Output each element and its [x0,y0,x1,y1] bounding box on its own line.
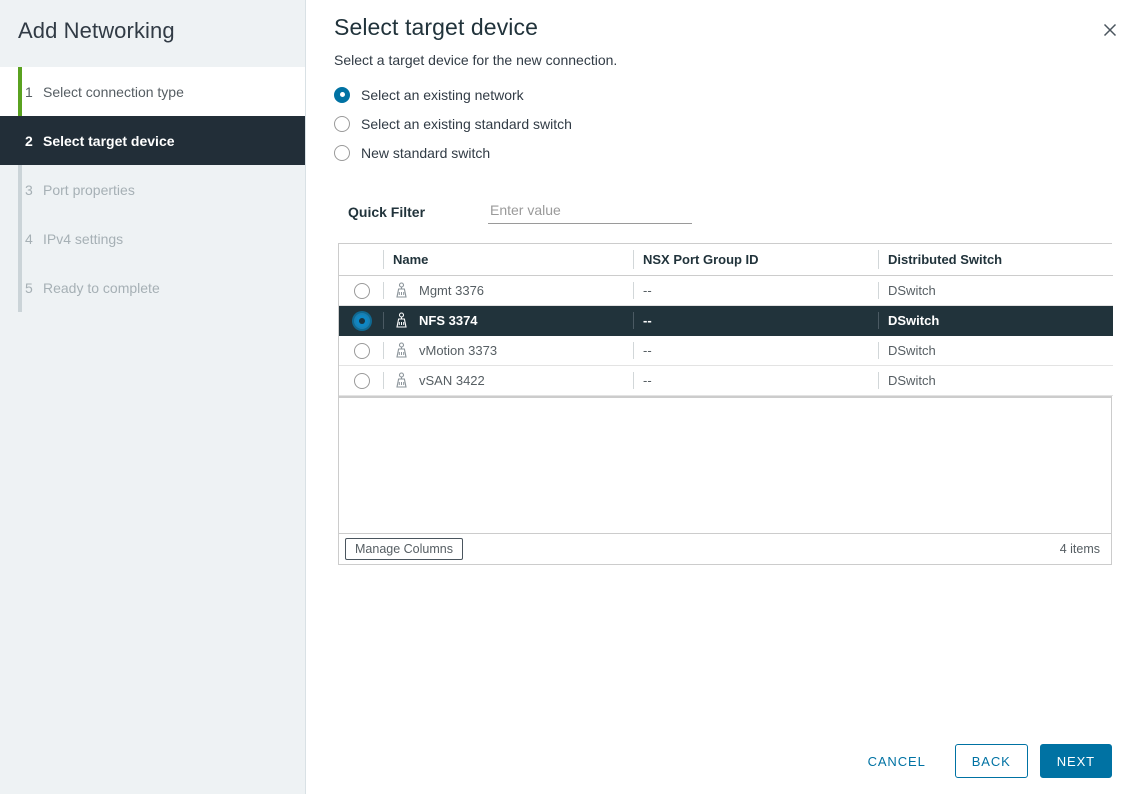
manage-columns-button[interactable]: Manage Columns [345,538,463,560]
table-footer: Manage Columns 4 items [339,533,1111,564]
cancel-button[interactable]: CANCEL [851,744,943,778]
quick-filter-label: Quick Filter [348,204,488,220]
sidebar-step-ipv4-settings[interactable]: 4 IPv4 settings [0,214,305,263]
step-number: 5 [25,280,43,296]
step-label: Port properties [43,182,135,198]
port-group-icon [393,372,410,389]
close-icon[interactable] [1094,14,1126,46]
wizard-steps: 1 Select connection type 2 Select target… [0,67,305,312]
radio-label: New standard switch [361,145,490,161]
wizard-sidebar: Add Networking 1 Select connection type … [0,0,306,794]
step-label: Ready to complete [43,280,160,296]
sidebar-step-port-properties[interactable]: 3 Port properties [0,165,305,214]
page-title: Select target device [334,14,1112,41]
add-networking-wizard: Add Networking 1 Select connection type … [0,0,1136,794]
port-group-icon [393,342,410,359]
step-number: 2 [25,133,43,149]
row-nsx-port-group-id: -- [633,336,878,366]
row-select-cell[interactable] [339,366,383,396]
sidebar-step-ready-to-complete[interactable]: 5 Ready to complete [0,263,305,312]
radio-new-standard-switch[interactable]: New standard switch [334,138,1112,167]
radio-indicator[interactable] [334,145,350,161]
row-radio-indicator[interactable] [354,313,370,329]
radio-indicator[interactable] [334,87,350,103]
sidebar-step-select-connection-type[interactable]: 1 Select connection type [0,67,305,116]
page-subtitle: Select a target device for the new conne… [334,52,1112,68]
step-number: 3 [25,182,43,198]
row-name-text: vSAN 3422 [419,373,485,388]
items-count: 4 items [1060,542,1100,556]
row-name-cell: vMotion 3373 [383,336,633,366]
step-number: 4 [25,231,43,247]
quick-filter-bar: Quick Filter [348,199,1112,224]
table-empty-space [339,396,1111,533]
row-nsx-port-group-id: -- [633,276,878,306]
row-nsx-port-group-id: -- [633,366,878,396]
wizard-title: Add Networking [0,0,305,44]
target-device-radio-group: Select an existing network Select an exi… [334,80,1112,167]
step-label: Select connection type [43,84,184,100]
table-row[interactable]: vMotion 3373 -- DSwitch [339,336,1113,366]
row-distributed-switch: DSwitch [878,336,1113,366]
column-header-select [339,244,383,276]
row-select-cell[interactable] [339,276,383,306]
radio-label: Select an existing network [361,87,524,103]
column-header-distributed-switch[interactable]: Distributed Switch [878,244,1113,276]
back-button[interactable]: BACK [955,744,1028,778]
wizard-content: Select target device Select a target dev… [306,0,1136,794]
step-label: IPv4 settings [43,231,123,247]
table-row[interactable]: Mgmt 3376 -- DSwitch [339,276,1113,306]
target-device-table: Name NSX Port Group ID Distributed Switc… [338,243,1112,565]
row-distributed-switch: DSwitch [878,306,1113,336]
row-name-cell: vSAN 3422 [383,366,633,396]
radio-indicator[interactable] [334,116,350,132]
row-name-cell: NFS 3374 [383,306,633,336]
wizard-footer-actions: CANCEL BACK NEXT [851,744,1112,778]
column-header-name[interactable]: Name [383,244,633,276]
radio-label: Select an existing standard switch [361,116,572,132]
sidebar-step-select-target-device[interactable]: 2 Select target device [0,116,305,165]
port-group-icon [393,312,410,329]
table-row[interactable]: vSAN 3422 -- DSwitch [339,366,1113,396]
row-nsx-port-group-id: -- [633,306,878,336]
column-header-nsx-port-group-id[interactable]: NSX Port Group ID [633,244,878,276]
row-radio-indicator[interactable] [354,343,370,359]
row-name-text: vMotion 3373 [419,343,497,358]
step-number: 1 [25,84,43,100]
row-select-cell[interactable] [339,306,383,336]
table-row[interactable]: NFS 3374 -- DSwitch [339,306,1113,336]
next-button[interactable]: NEXT [1040,744,1112,778]
row-distributed-switch: DSwitch [878,366,1113,396]
row-name-cell: Mgmt 3376 [383,276,633,306]
port-group-icon [393,282,410,299]
radio-select-existing-network[interactable]: Select an existing network [334,80,1112,109]
row-select-cell[interactable] [339,336,383,366]
row-radio-indicator[interactable] [354,283,370,299]
step-label: Select target device [43,133,175,149]
row-radio-indicator[interactable] [354,373,370,389]
row-name-text: Mgmt 3376 [419,283,484,298]
row-distributed-switch: DSwitch [878,276,1113,306]
row-name-text: NFS 3374 [419,313,478,328]
table-header-row: Name NSX Port Group ID Distributed Switc… [339,244,1113,276]
radio-select-existing-standard-switch[interactable]: Select an existing standard switch [334,109,1112,138]
quick-filter-input[interactable] [488,199,692,224]
